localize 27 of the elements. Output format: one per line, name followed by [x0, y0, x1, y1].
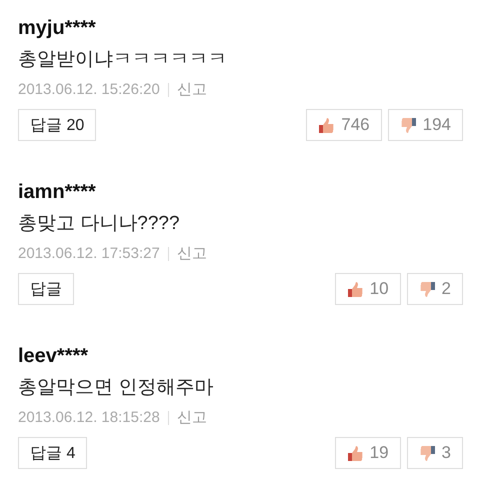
report-link[interactable]: 신고 [176, 408, 207, 427]
thumbs-down-icon [418, 280, 436, 298]
thumbs-down-icon [418, 444, 436, 462]
like-button[interactable]: 10 [334, 273, 401, 305]
like-button[interactable]: 19 [334, 437, 401, 469]
reply-button[interactable]: 답글 4 [18, 437, 88, 469]
reply-button[interactable]: 답글 20 [18, 109, 96, 141]
thumbs-down-icon [400, 116, 417, 134]
comment-author: leev**** [18, 344, 90, 368]
comment-text: 총맞고 다니나???? [18, 212, 181, 236]
report-link[interactable]: 신고 [176, 244, 207, 263]
like-button[interactable]: 746 [306, 109, 382, 141]
reply-button[interactable]: 답글 [18, 273, 74, 305]
comment-text: 총알막으면 인정해주마 [18, 376, 214, 400]
report-link[interactable]: 신고 [176, 80, 207, 99]
comment-date: 2013.06.12. 17:53:27 [18, 245, 160, 262]
comment-date: 2013.06.12. 15:26:20 [18, 81, 160, 98]
comment-author: iamn**** [18, 180, 97, 204]
dislike-button[interactable]: 2 [406, 273, 463, 305]
dislike-button[interactable]: 3 [406, 437, 463, 469]
thumbs-up-icon [346, 444, 364, 462]
comment-text: 총알받이냐ㅋㅋㅋㅋㅋㅋ [18, 48, 228, 72]
comment-author: myju**** [18, 16, 97, 40]
dislike-button[interactable]: 194 [388, 109, 463, 141]
thumbs-up-icon [346, 280, 364, 298]
comment-date: 2013.06.12. 18:15:28 [18, 409, 160, 426]
thumbs-up-icon [318, 116, 336, 134]
